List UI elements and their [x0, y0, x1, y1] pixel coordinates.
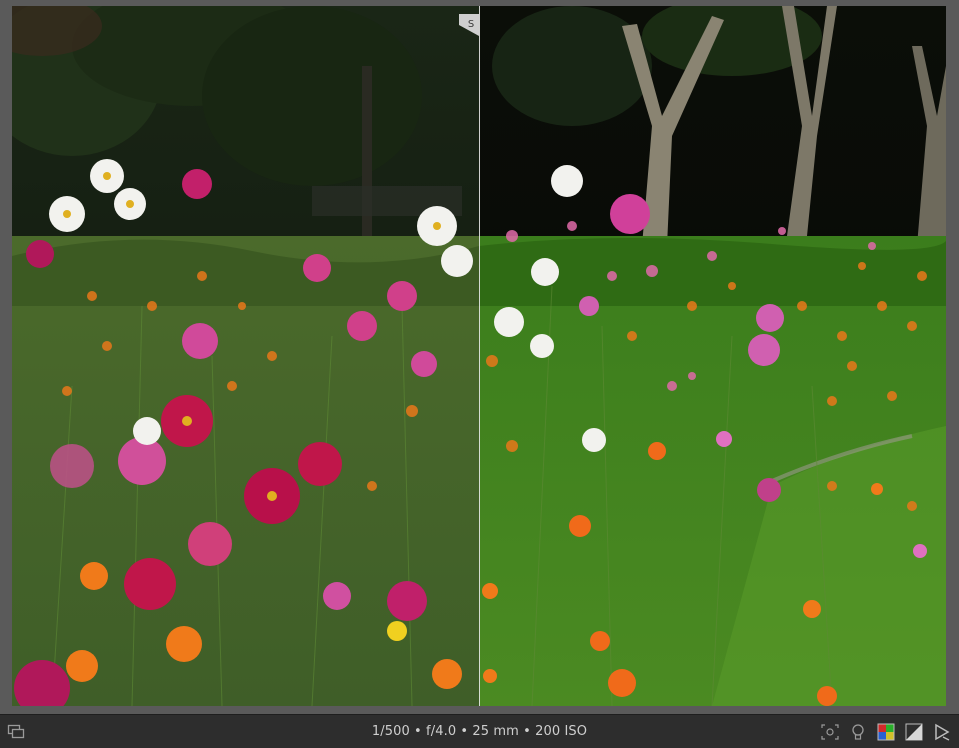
- focus-peaking-icon[interactable]: [819, 721, 841, 743]
- lightbulb-icon[interactable]: [847, 721, 869, 743]
- bottom-status-bar: 1/500 • f/4.0 • 25 mm • 200 ISO: [0, 714, 959, 748]
- softproof-icon[interactable]: [903, 721, 925, 743]
- image-viewer[interactable]: S: [0, 0, 959, 714]
- split-handle-icon[interactable]: S: [459, 14, 479, 36]
- photo-canvas[interactable]: S: [12, 6, 946, 706]
- view-tools: [819, 721, 953, 743]
- split-divider-line[interactable]: [479, 6, 480, 706]
- darkroom-window: S 1/500 • f/4.0 • 25 mm • 200 ISO: [0, 0, 959, 748]
- split-handle-label: S: [468, 19, 474, 30]
- color-assessment-icon[interactable]: [875, 721, 897, 743]
- exif-info: 1/500 • f/4.0 • 25 mm • 200 ISO: [371, 724, 588, 739]
- preview-arrow-icon[interactable]: [931, 721, 953, 743]
